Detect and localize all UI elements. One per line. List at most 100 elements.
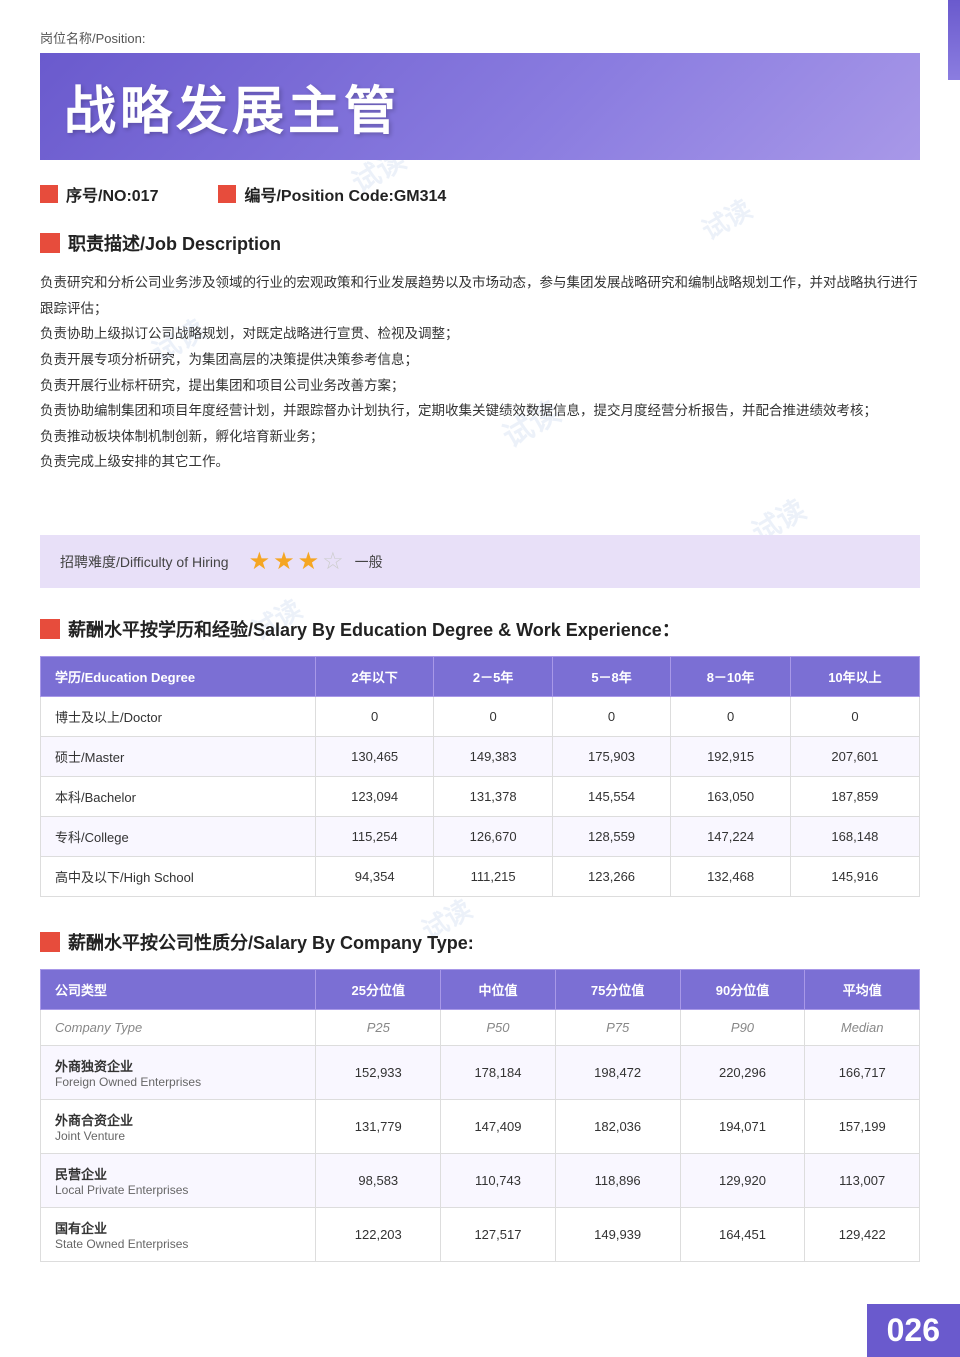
job-title: 战略发展主管 xyxy=(64,69,896,144)
star-4: ☆ xyxy=(322,547,344,576)
salary-edu-title: 薪酬水平按学历和经验/Salary By Education Degree & … xyxy=(68,616,680,642)
co-value-cell: 113,007 xyxy=(805,1154,920,1208)
red-square-edu xyxy=(40,619,60,639)
co-value-cell: 182,036 xyxy=(555,1100,680,1154)
salary-edu-header: 薪酬水平按学历和经验/Salary By Education Degree & … xyxy=(40,616,920,642)
co-value-cell: 194,071 xyxy=(680,1100,805,1154)
co-subheader-cell: P50 xyxy=(441,1010,556,1046)
co-value-cell: 152,933 xyxy=(316,1046,441,1100)
red-square-code xyxy=(218,185,236,203)
co-value-cell: 166,717 xyxy=(805,1046,920,1100)
edu-value-cell: 115,254 xyxy=(315,817,433,857)
jd-line-7: 负责完成上级安排的其它工作。 xyxy=(40,449,920,475)
jd-line-2: 负责协助上级拟订公司战略规划，对既定战略进行宣贯、检视及调整； xyxy=(40,321,920,347)
edu-value-cell: 131,378 xyxy=(434,777,552,817)
co-type-cell: 国有企业State Owned Enterprises xyxy=(41,1208,316,1262)
salary-company-header: 薪酬水平按公司性质分/Salary By Company Type: xyxy=(40,929,920,955)
table-row: 博士及以上/Doctor00000 xyxy=(41,697,920,737)
edu-col-2: 2－5年 xyxy=(434,657,552,697)
co-subheader-cell: P25 xyxy=(316,1010,441,1046)
co-value-cell: 198,472 xyxy=(555,1046,680,1100)
table-row: 高中及以下/High School94,354111,215123,266132… xyxy=(41,857,920,897)
co-type-cell: 民营企业Local Private Enterprises xyxy=(41,1154,316,1208)
no-label: 序号/NO:017 xyxy=(66,182,158,206)
difficulty-stars: ★ ★ ★ ☆ 一般 xyxy=(249,547,383,576)
co-col-5: 平均值 xyxy=(805,970,920,1010)
edu-value-cell: 94,354 xyxy=(315,857,433,897)
co-col-1: 25分位值 xyxy=(316,970,441,1010)
edu-value-cell: 187,859 xyxy=(790,777,919,817)
salary-company-section: 薪酬水平按公司性质分/Salary By Company Type: 公司类型 … xyxy=(40,929,920,1262)
edu-degree-cell: 专科/College xyxy=(41,817,316,857)
red-square-company xyxy=(40,932,60,952)
edu-value-cell: 0 xyxy=(552,697,670,737)
edu-value-cell: 145,916 xyxy=(790,857,919,897)
position-label: 岗位名称/Position: xyxy=(40,28,920,47)
salary-education-section: 薪酬水平按学历和经验/Salary By Education Degree & … xyxy=(40,616,920,897)
no-item: 序号/NO:017 xyxy=(40,182,158,206)
edu-value-cell: 175,903 xyxy=(552,737,670,777)
co-value-cell: 220,296 xyxy=(680,1046,805,1100)
co-value-cell: 164,451 xyxy=(680,1208,805,1262)
edu-degree-cell: 高中及以下/High School xyxy=(41,857,316,897)
co-type-cell: 外商独资企业Foreign Owned Enterprises xyxy=(41,1046,316,1100)
difficulty-text: 一般 xyxy=(355,552,383,572)
edu-value-cell: 0 xyxy=(315,697,433,737)
edu-col-4: 8－10年 xyxy=(671,657,791,697)
salary-education-table: 学历/Education Degree 2年以下 2－5年 5－8年 8－10年… xyxy=(40,656,920,897)
co-value-cell: 149,939 xyxy=(555,1208,680,1262)
edu-value-cell: 149,383 xyxy=(434,737,552,777)
info-row: 序号/NO:017 编号/Position Code:GM314 xyxy=(40,182,920,206)
edu-value-cell: 0 xyxy=(671,697,791,737)
co-value-cell: 129,920 xyxy=(680,1154,805,1208)
edu-value-cell: 123,094 xyxy=(315,777,433,817)
co-value-cell: 129,422 xyxy=(805,1208,920,1262)
co-value-cell: 127,517 xyxy=(441,1208,556,1262)
edu-value-cell: 132,468 xyxy=(671,857,791,897)
table-row: 本科/Bachelor123,094131,378145,554163,0501… xyxy=(41,777,920,817)
co-col-3: 75分位值 xyxy=(555,970,680,1010)
edu-value-cell: 123,266 xyxy=(552,857,670,897)
co-subheader-cell: P90 xyxy=(680,1010,805,1046)
co-value-cell: 157,199 xyxy=(805,1100,920,1154)
co-value-cell: 178,184 xyxy=(441,1046,556,1100)
table-row: 国有企业State Owned Enterprises122,203127,51… xyxy=(41,1208,920,1262)
co-subheader-cell: Company Type xyxy=(41,1010,316,1046)
edu-value-cell: 207,601 xyxy=(790,737,919,777)
co-value-cell: 98,583 xyxy=(316,1154,441,1208)
difficulty-label: 招聘难度/Difficulty of Hiring xyxy=(60,552,229,572)
code-label: 编号/Position Code:GM314 xyxy=(244,182,446,206)
edu-value-cell: 0 xyxy=(434,697,552,737)
co-value-cell: 122,203 xyxy=(316,1208,441,1262)
table-row: 民营企业Local Private Enterprises98,583110,7… xyxy=(41,1154,920,1208)
edu-value-cell: 168,148 xyxy=(790,817,919,857)
edu-value-cell: 111,215 xyxy=(434,857,552,897)
table-row: 专科/College115,254126,670128,559147,22416… xyxy=(41,817,920,857)
edu-value-cell: 0 xyxy=(790,697,919,737)
star-1: ★ xyxy=(249,547,271,576)
co-value-cell: 147,409 xyxy=(441,1100,556,1154)
table-row: 硕士/Master130,465149,383175,903192,915207… xyxy=(41,737,920,777)
job-description-body: 负责研究和分析公司业务涉及领域的行业的宏观政策和行业发展趋势以及市场动态，参与集… xyxy=(40,270,920,475)
red-square-no xyxy=(40,185,58,203)
edu-value-cell: 147,224 xyxy=(671,817,791,857)
edu-value-cell: 130,465 xyxy=(315,737,433,777)
jd-line-4: 负责开展行业标杆研究，提出集团和项目公司业务改善方案； xyxy=(40,373,920,399)
edu-degree-cell: 本科/Bachelor xyxy=(41,777,316,817)
jd-line-3: 负责开展专项分析研究，为集团高层的决策提供决策参考信息； xyxy=(40,347,920,373)
edu-value-cell: 163,050 xyxy=(671,777,791,817)
table-row: 外商合资企业Joint Venture131,779147,409182,036… xyxy=(41,1100,920,1154)
co-value-cell: 110,743 xyxy=(441,1154,556,1208)
jd-line-1: 负责研究和分析公司业务涉及领域的行业的宏观政策和行业发展趋势以及市场动态，参与集… xyxy=(40,270,920,321)
edu-col-5: 10年以上 xyxy=(790,657,919,697)
edu-value-cell: 192,915 xyxy=(671,737,791,777)
salary-company-table: 公司类型 25分位值 中位值 75分位值 90分位值 平均值 Company T… xyxy=(40,969,920,1262)
co-col-0: 公司类型 xyxy=(41,970,316,1010)
red-square-jd xyxy=(40,233,60,253)
co-col-4: 90分位值 xyxy=(680,970,805,1010)
co-subheader-cell: P75 xyxy=(555,1010,680,1046)
co-col-2: 中位值 xyxy=(441,970,556,1010)
edu-col-3: 5－8年 xyxy=(552,657,670,697)
edu-col-0: 学历/Education Degree xyxy=(41,657,316,697)
table-row: Company TypeP25P50P75P90Median xyxy=(41,1010,920,1046)
